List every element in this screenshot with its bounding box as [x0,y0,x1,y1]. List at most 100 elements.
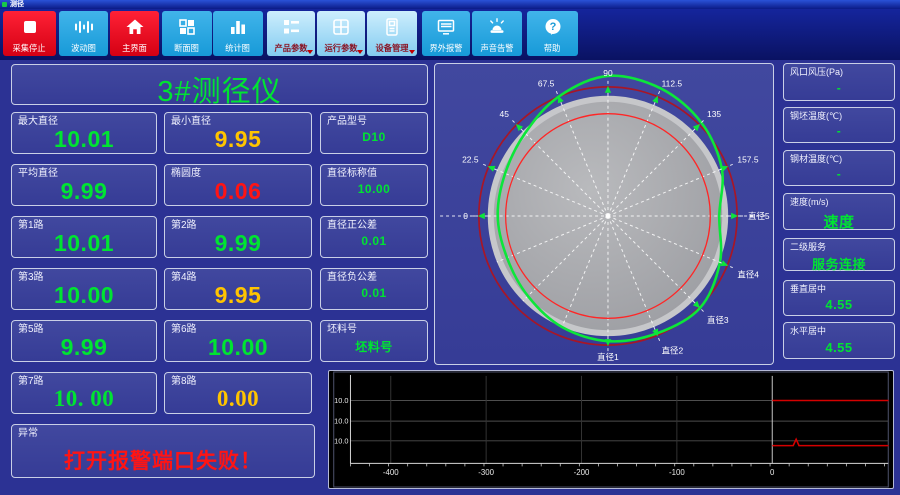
status-label: 速度(m/s) [790,197,829,207]
section-chart-button[interactable]: 断面图 [162,11,212,56]
panel-vertical-center: 垂直居中 4.55 [783,280,895,316]
toolbar-button-label: 主界面 [122,43,147,53]
alarm-panel: 异常 打开报警端口失败！ [11,424,315,478]
metric-value: 10.00 [53,282,115,308]
status-label: 钢材温度(℃) [790,154,843,164]
panel-speed: 速度(m/s) 速度 [783,193,895,231]
section-icon [179,19,195,35]
svg-text:-200: -200 [574,468,590,477]
metric-value: 0.06 [214,178,262,204]
metric-cell: 第5路 9.99 [11,320,157,362]
dropdown-arrow-icon[interactable] [409,50,415,54]
toolbar-button-label: 采集停止 [12,43,47,53]
wave-chart-button[interactable]: 波动图 [59,11,108,56]
sound-alarm-button[interactable]: 声音告警 [472,11,522,56]
device-manage-button[interactable]: 设备管理 [367,11,417,56]
metric-cell: 椭圆度 0.06 [164,164,312,206]
metric-value: 0.01 [361,234,387,248]
svg-text:0: 0 [463,211,468,221]
panel-air-pressure: 风口风压(Pa) - [783,63,895,101]
metric-value: 坯料号 [355,340,393,354]
help-button[interactable]: ? 帮助 [527,11,578,56]
status-value: - [836,167,842,181]
out-of-limit-alarm-button[interactable]: 界外报警 [422,11,470,56]
metric-value: 9.95 [214,126,262,152]
status-value: - [836,81,842,95]
svg-text:-100: -100 [669,468,685,477]
metric-value: 10.01 [53,230,115,256]
dropdown-arrow-icon[interactable] [357,50,363,54]
cross-section-polar-chart: 0 22.5 45 67.5 90 112.5 135 157.5 直径5 直径4 直径3 直径2 直径… [440,68,770,362]
toolbar-button-label: 断面图 [174,43,200,53]
siren-icon [490,18,504,33]
metric-value: 0.00 [216,386,260,411]
home-icon [126,19,143,34]
svg-text:90: 90 [603,68,613,78]
main-screen-button[interactable]: 主界面 [110,11,159,56]
station-header-panel: 3#测径仪 [11,64,428,108]
metric-cell: 第2路 9.99 [164,216,312,258]
toolbar-button-label: 声音告警 [480,43,514,53]
panel-secondary-service: 二级服务 服务连接 [783,238,895,272]
metric-value: D10 [362,130,386,144]
toolbar-button-label: 设备管理 [375,43,409,53]
alarm-message: 打开报警端口失败！ [64,450,262,473]
stats-chart-button[interactable]: 统计图 [213,11,263,56]
stats-icon [231,21,245,34]
metric-value: 9.99 [60,334,108,360]
product-params-button[interactable]: 产品参数 [267,11,315,56]
metric-cell: 产品型号 D10 [320,112,428,154]
metric-value: 0.01 [361,286,387,300]
metric-cell: 最小直径 9.95 [164,112,312,154]
svg-text:22.5: 22.5 [462,154,479,164]
svg-text:10.0: 10.0 [334,436,348,445]
metric-cell: 第4路 9.95 [164,268,312,310]
app-icon [2,2,7,7]
svg-text:45: 45 [500,109,510,119]
toolbar-button-label: 界外报警 [429,43,463,53]
app-window: 测径 采集停止 波动图 主界面 断面图 统计图 产品参数 运行参数 设备管理 界外报警 声音告警?… [0,0,900,495]
toolbar-button-label: 帮助 [544,43,561,53]
status-value: 4.55 [825,339,853,355]
titlebar: 测径 [0,0,900,9]
status-label: 风口风压(Pa) [790,67,844,77]
metric-cell: 第8路 0.00 [164,372,312,414]
status-label: 二级服务 [790,242,827,252]
dropdown-arrow-icon[interactable] [307,50,313,54]
metric-value: 9.99 [60,178,108,204]
status-value: 速度 [823,213,855,231]
panel-steel-temperature: 钢材温度(℃) - [783,150,895,186]
metric-cell: 直径正公差 0.01 [320,216,428,258]
metric-value: 9.99 [214,230,262,256]
acquisition-stop-button[interactable]: 采集停止 [3,11,56,56]
metric-value: 10.00 [207,334,269,360]
svg-text:直径5: 直径5 [748,211,770,221]
panel-horizontal-center: 水平居中 4.55 [783,322,895,359]
panel-billet-temperature: 钢坯温度(℃) - [783,107,895,143]
metric-value: 9.95 [214,282,262,308]
svg-text:直径1: 直径1 [597,352,619,362]
status-label: 垂直居中 [790,284,827,294]
cross-section-chart-panel: 0 22.5 45 67.5 90 112.5 135 157.5 直径5 直径4 直径3 直径2 直径… [434,63,774,365]
status-label: 水平居中 [790,326,827,336]
metric-cell: 平均直径 9.99 [11,164,157,206]
run-params-button[interactable]: 运行参数 [317,11,365,56]
toolbar-button-label: 运行参数 [324,43,358,53]
toolbar-button-label: 波动图 [71,43,96,53]
metric-label: 产品型号 [327,116,367,127]
svg-text:157.5: 157.5 [737,154,758,164]
device-icon [386,18,398,36]
status-label: 钢坯温度(℃) [790,111,843,121]
help-icon: ? [545,19,560,35]
svg-text:112.5: 112.5 [662,79,683,89]
svg-text:-400: -400 [383,468,399,477]
metric-label: 直径正公差 [327,220,377,231]
svg-text:0: 0 [770,468,775,477]
metric-label: 直径标称值 [327,168,377,179]
station-title: 3#测径仪 [157,76,282,108]
metric-cell: 坯料号 坯料号 [320,320,428,362]
alarm-label: 异常 [18,428,38,439]
metric-cell: 第6路 10.00 [164,320,312,362]
metric-value: 10. 00 [53,386,115,411]
metric-label: 坯料号 [327,324,357,335]
